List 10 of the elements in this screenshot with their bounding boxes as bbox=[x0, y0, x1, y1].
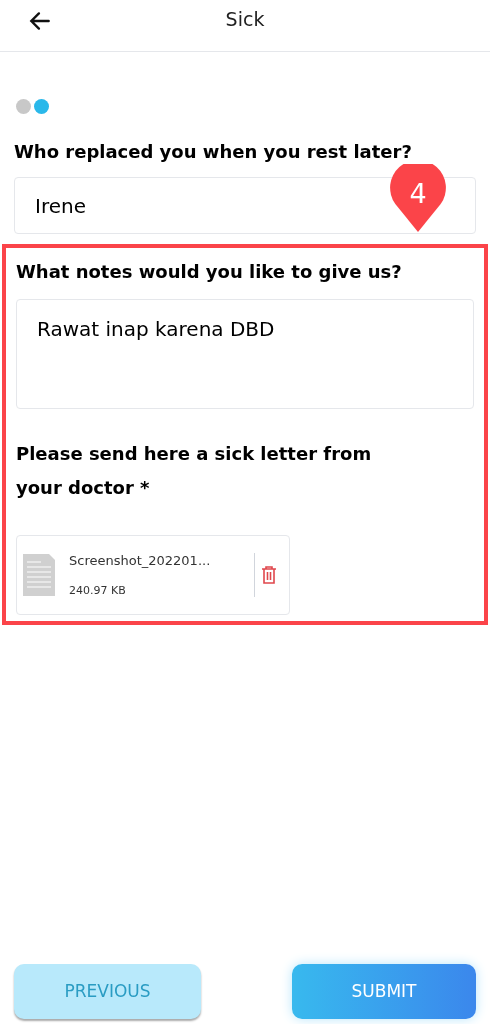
trash-icon[interactable] bbox=[261, 566, 277, 584]
question-label: Please send here a sick letter from your doctor * bbox=[16, 442, 373, 500]
file-size: 240.97 KB bbox=[69, 582, 127, 599]
file-name: Screenshot_202201... bbox=[69, 552, 211, 570]
document-icon bbox=[23, 554, 55, 596]
page-title: Sick bbox=[225, 7, 265, 33]
question-label: Who replaced you when you rest later? bbox=[13, 140, 413, 164]
callout-marker: 4 bbox=[388, 164, 448, 232]
notes-field[interactable]: Rawat inap karena DBD bbox=[16, 299, 474, 409]
question-label: What notes would you like to give us? bbox=[16, 260, 403, 284]
